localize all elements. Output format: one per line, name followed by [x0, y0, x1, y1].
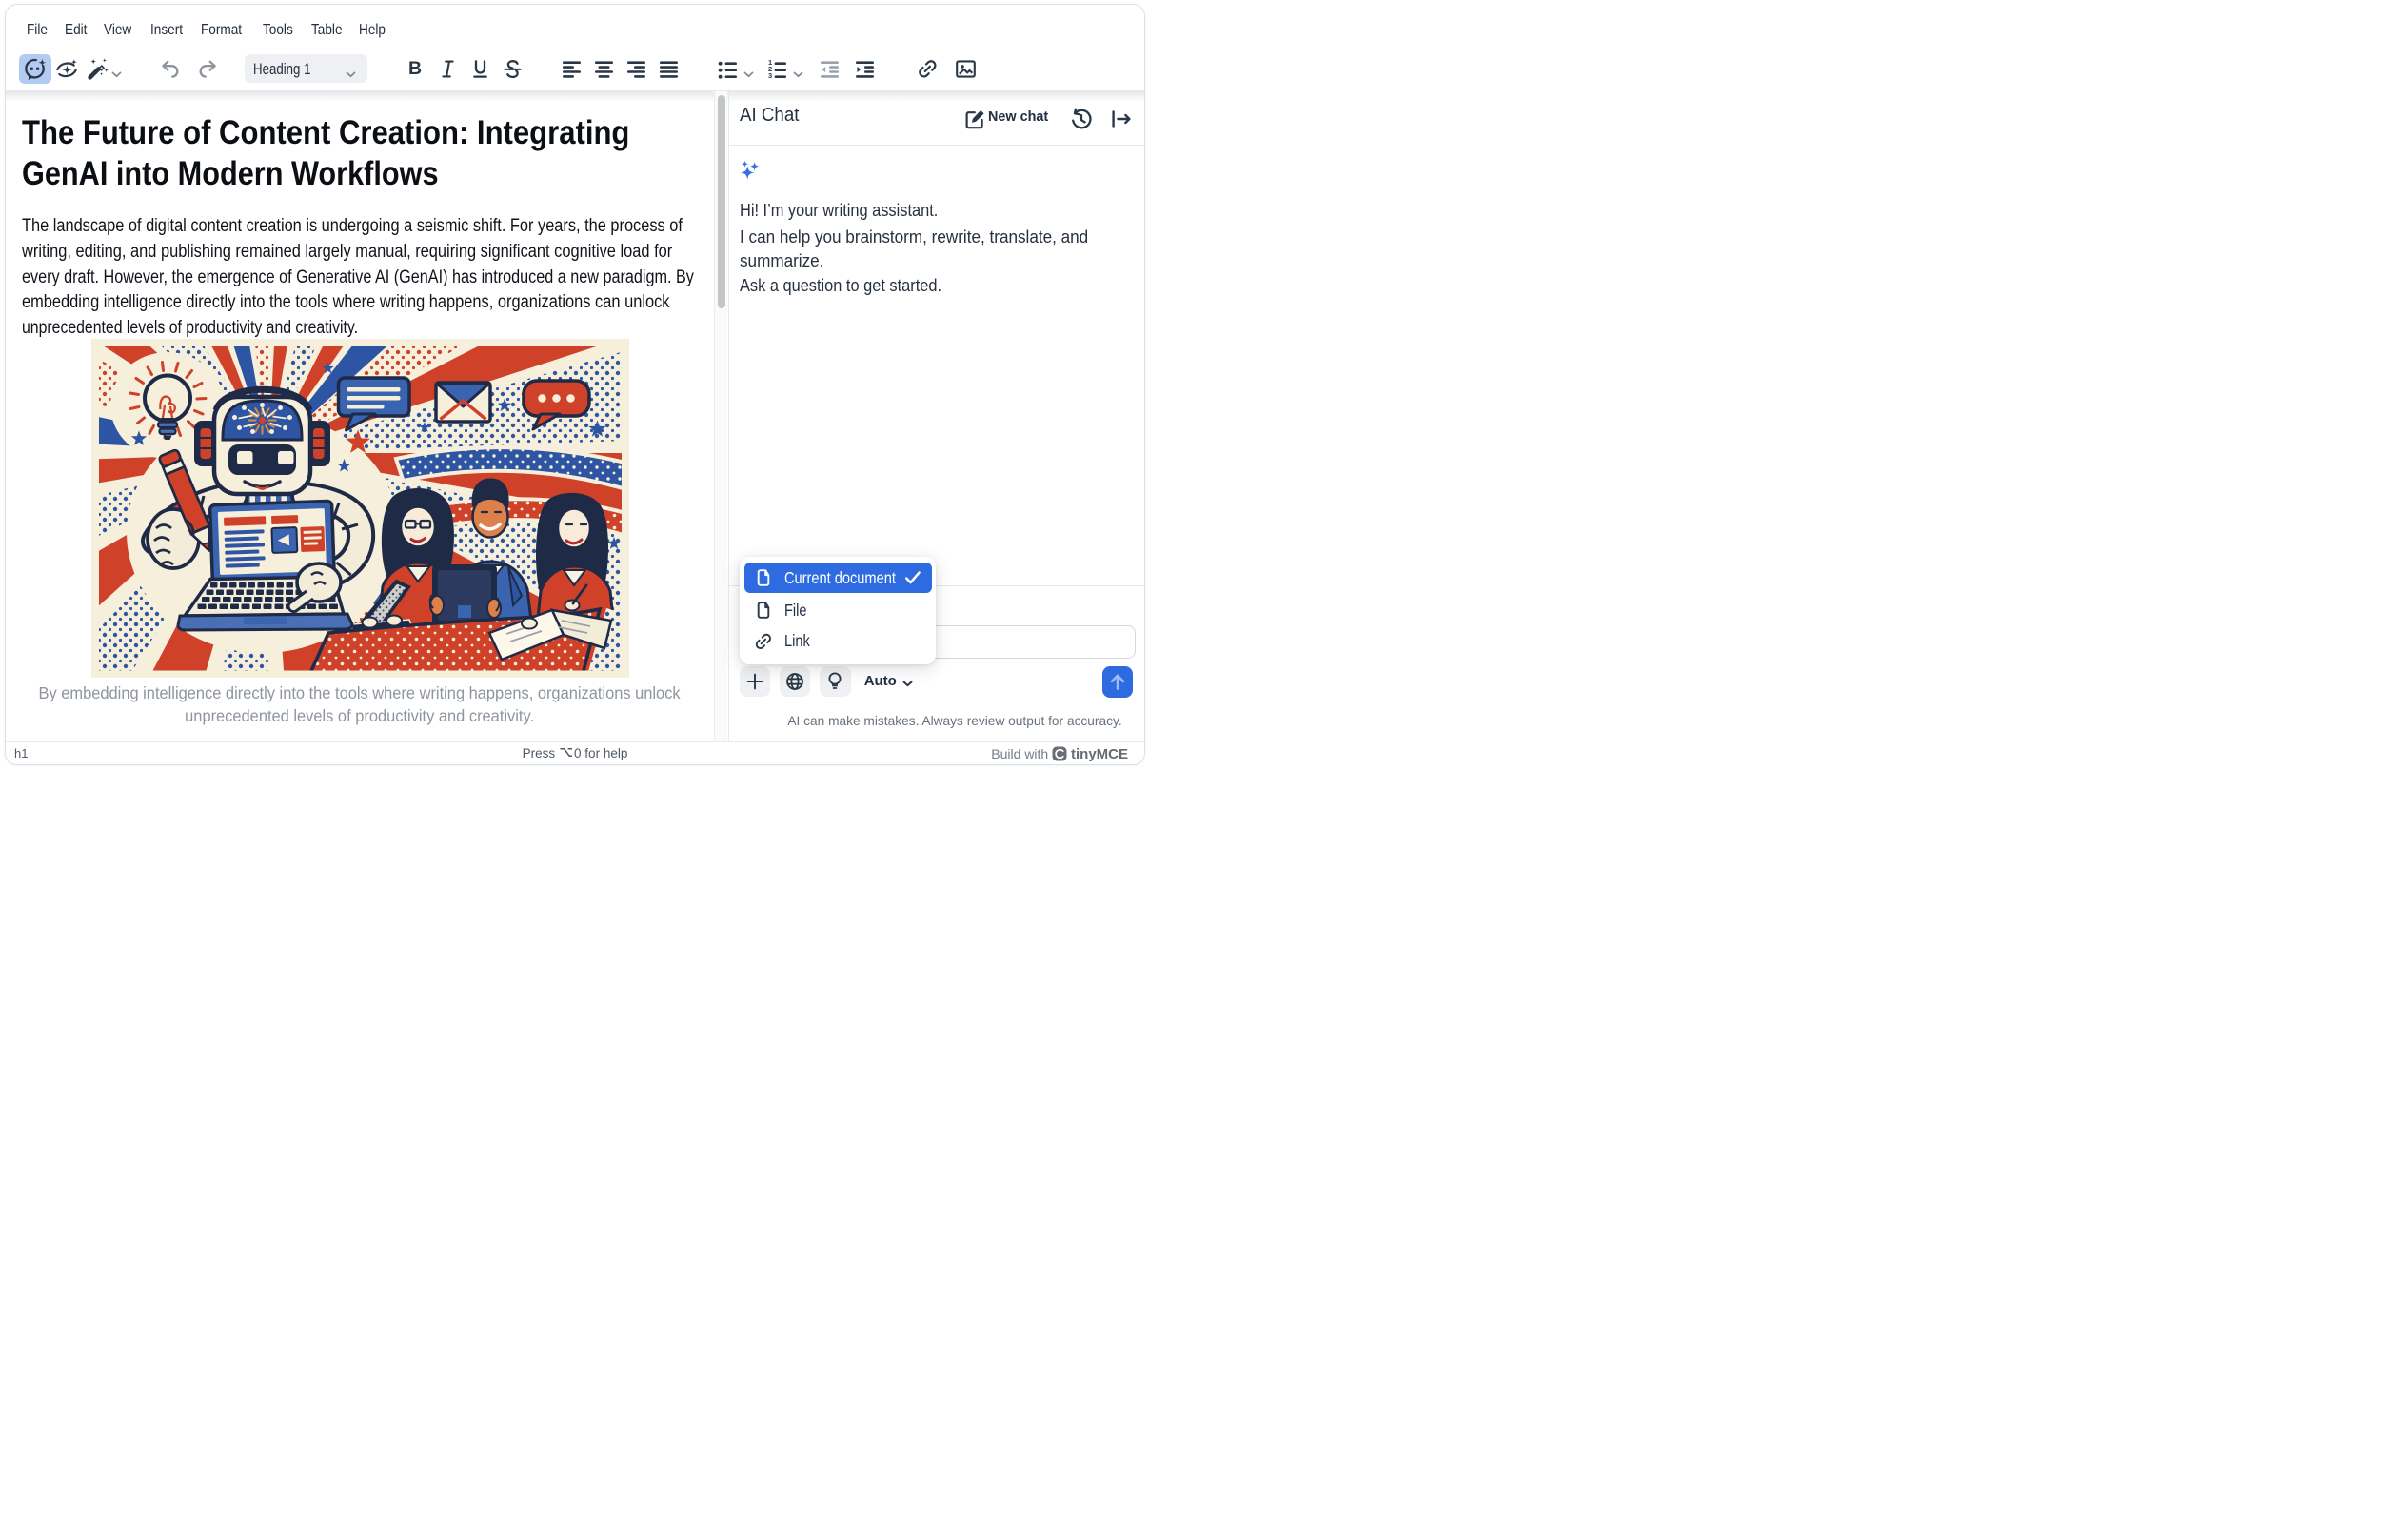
- svg-text:3: 3: [768, 71, 772, 80]
